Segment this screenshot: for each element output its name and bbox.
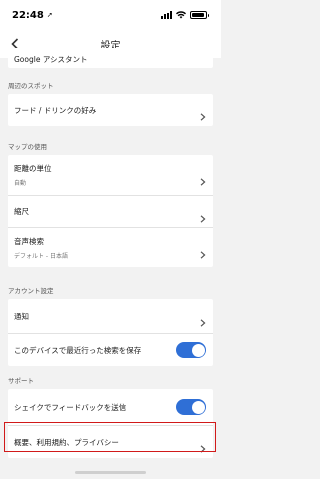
settings-item[interactable]: このデバイスで最近行った検索を保存 (8, 333, 213, 366)
settings-item-label: Google アシスタント (14, 55, 88, 64)
section-header: サポート (8, 377, 34, 385)
wifi-icon (176, 11, 186, 19)
settings-item-text: 縮尺 (14, 206, 29, 217)
settings-item-value: デフォルト - 日本語 (14, 252, 68, 260)
chevron-right-icon (200, 106, 206, 121)
home-indicator (75, 471, 146, 474)
toggle-switch[interactable] (176, 342, 206, 358)
google-assistant-card: Google アシスタント (8, 48, 213, 68)
settings-item[interactable]: 音声検索デフォルト - 日本語 (8, 227, 213, 267)
settings-item-text: シェイクでフィードバックを送信 (14, 402, 126, 413)
settings-item-label: 音声検索 (14, 236, 44, 246)
settings-card: 通知このデバイスで最近行った検索を保存 (8, 299, 213, 366)
section-header: マップの使用 (8, 143, 47, 151)
settings-item-text: 通知 (14, 311, 29, 322)
settings-item-google-assistant[interactable]: Google アシスタント (8, 48, 213, 68)
settings-item-label: 距離の単位 (14, 164, 52, 173)
status-bar: 22:48 ➚ (0, 0, 221, 30)
highlight-box (4, 422, 216, 452)
settings-item-label: このデバイスで最近行った検索を保存 (14, 345, 142, 355)
section-header: アカウント設定 (8, 287, 54, 295)
settings-item-label: 通知 (14, 311, 29, 321)
toggle-knob (191, 343, 205, 357)
status-icons (161, 11, 209, 19)
status-time: 22:48 ➚ (12, 10, 53, 21)
chevron-right-icon (200, 171, 206, 186)
settings-item-label: フード / ドリンクの好み (14, 105, 97, 115)
settings-item-value: 自動 (14, 180, 27, 187)
settings-item-text: 距離の単位 自動 (14, 163, 52, 187)
cellular-signal-icon (161, 11, 172, 19)
section-header: 周辺のスポット (8, 82, 54, 90)
settings-item[interactable]: 縮尺 (8, 195, 213, 227)
settings-item-label: 縮尺 (14, 207, 29, 216)
chevron-right-icon (200, 244, 206, 259)
toggle-knob (191, 400, 205, 414)
settings-item-label: シェイクでフィードバックを送信 (14, 402, 127, 412)
settings-item-text: 音声検索デフォルト - 日本語 (14, 236, 68, 260)
settings-item[interactable]: 通知 (8, 299, 213, 333)
settings-item[interactable]: シェイクでフィードバックを送信 (8, 389, 213, 425)
battery-icon (190, 11, 209, 19)
settings-item[interactable]: 距離の単位 自動 (8, 155, 213, 195)
chevron-right-icon (200, 312, 206, 327)
settings-item[interactable]: フード / ドリンクの好み (8, 94, 213, 126)
toggle-switch[interactable] (176, 399, 206, 415)
settings-item-text: このデバイスで最近行った検索を保存 (14, 345, 141, 356)
clock: 22:48 (12, 9, 44, 21)
settings-card: 距離の単位自動縮尺音声検索デフォルト - 日本語 (8, 155, 213, 267)
settings-card: フード / ドリンクの好み (8, 94, 213, 126)
settings-item-text: フード / ドリンクの好み (14, 105, 96, 116)
location-arrow-icon: ➚ (46, 11, 53, 19)
chevron-right-icon (200, 208, 206, 223)
settings-list: Google アシスタント 周辺のスポットフード / ドリンクの好みマップの使用… (0, 48, 221, 458)
